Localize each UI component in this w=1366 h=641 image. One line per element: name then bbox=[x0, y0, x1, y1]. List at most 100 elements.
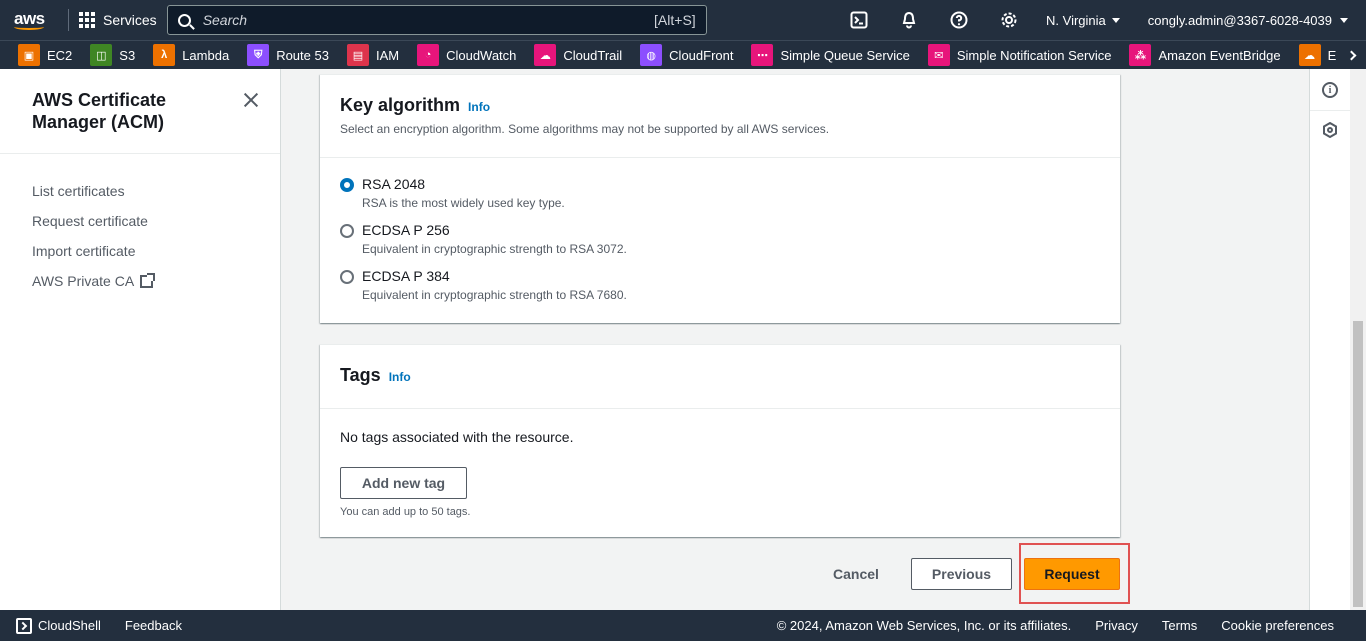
footer-cloudshell-link[interactable]: CloudShell bbox=[38, 618, 101, 633]
account-menu[interactable]: congly.admin@3367-6028-4039 bbox=[1148, 13, 1348, 28]
footer: CloudShell Feedback © 2024, Amazon Web S… bbox=[0, 610, 1366, 641]
favorite-label: Amazon EventBridge bbox=[1158, 47, 1281, 63]
option-rsa-2048[interactable]: RSA 2048 RSA is the most widely used key … bbox=[340, 176, 1100, 222]
close-icon[interactable] bbox=[243, 92, 259, 108]
option-description: Equivalent in cryptographic strength to … bbox=[362, 288, 627, 302]
request-highlight-box bbox=[1019, 543, 1130, 604]
account-label: congly.admin@3367-6028-4039 bbox=[1147, 12, 1332, 28]
sqs-icon: ⋯ bbox=[751, 44, 774, 66]
footer-right: © 2024, Amazon Web Services, Inc. or its… bbox=[777, 618, 1366, 633]
favorite-label: EC2 bbox=[47, 47, 73, 63]
gear-icon bbox=[1001, 12, 1017, 28]
sidebar-item-label: AWS Private CA bbox=[32, 273, 135, 289]
tags-hint: You can add up to 50 tags. bbox=[340, 506, 471, 518]
key-algorithm-panel: Key algorithm Info Select an encryption a… bbox=[320, 74, 1120, 323]
favorites-bar: ▣ EC2 ◫ S3 λ Lambda ⛨ Route 53 ▤ IAM ◔ CloudWa… bbox=[0, 40, 1366, 69]
chevron-right-icon bbox=[1346, 50, 1356, 61]
tags-header: Tags Info bbox=[320, 345, 1120, 409]
favorite-label: Simple Notification Service bbox=[956, 47, 1112, 63]
sidebar-item-import-certificate[interactable]: Import certificate bbox=[32, 236, 153, 266]
option-description: RSA is the most widely used key type. bbox=[362, 196, 565, 210]
top-navigation: aws Services [Alt+S] N. Virginia congly.… bbox=[0, 0, 1366, 40]
route53-icon: ⛨ bbox=[247, 44, 270, 66]
aws-logo[interactable]: aws bbox=[14, 0, 62, 40]
search-input[interactable] bbox=[202, 12, 655, 28]
sidebar-title: AWS Certificate Manager (ACM) bbox=[32, 90, 167, 132]
sidebar-nav: List certificates Request certificate Im… bbox=[32, 176, 156, 296]
favorite-lambda[interactable]: λ Lambda bbox=[153, 44, 229, 66]
region-selector[interactable]: N. Virginia bbox=[1046, 13, 1120, 28]
footer-terms-link[interactable]: Terms bbox=[1162, 618, 1197, 633]
favorite-eventbridge[interactable]: ⁂ Amazon EventBridge bbox=[1129, 44, 1281, 66]
favorite-cloudwatch[interactable]: ◔ CloudWatch bbox=[417, 44, 516, 66]
cloudshell-button[interactable] bbox=[834, 0, 884, 40]
key-algorithm-options: RSA 2048 RSA is the most widely used key … bbox=[320, 158, 1120, 314]
ec2-icon: ▣ bbox=[18, 44, 40, 66]
favorite-sqs[interactable]: ⋯ Simple Queue Service bbox=[751, 44, 910, 66]
tags-info-link[interactable]: Info bbox=[389, 370, 411, 384]
sidebar-item-label: Request certificate bbox=[32, 213, 148, 229]
scrollbar-thumb[interactable] bbox=[1353, 321, 1363, 607]
radio-ecdsa-p384[interactable] bbox=[340, 270, 354, 284]
footer-copyright: © 2024, Amazon Web Services, Inc. or its… bbox=[776, 618, 1072, 633]
external-link-icon bbox=[140, 272, 156, 288]
cloudfront-icon: ◍ bbox=[640, 44, 663, 66]
services-menu-button[interactable]: Services bbox=[79, 12, 157, 28]
add-new-tag-button[interactable]: Add new tag bbox=[340, 467, 467, 499]
sidebar-item-list-certificates[interactable]: List certificates bbox=[32, 176, 153, 206]
key-algorithm-info-link[interactable]: Info bbox=[468, 100, 490, 114]
sidebar-item-aws-private-ca[interactable]: AWS Private CA bbox=[32, 266, 156, 296]
favorite-cloudtrail[interactable]: ☁ CloudTrail bbox=[534, 44, 622, 66]
option-ecdsa-p384[interactable]: ECDSA P 384 Equivalent in cryptographic s… bbox=[340, 268, 1100, 314]
cloudtrail-icon: ☁ bbox=[534, 44, 557, 66]
nav-divider bbox=[68, 9, 69, 31]
footer-cookie-preferences-link[interactable]: Cookie preferences bbox=[1221, 618, 1334, 633]
option-label: ECDSA P 384 bbox=[362, 268, 450, 284]
sns-icon: ✉ bbox=[927, 44, 950, 66]
search-icon bbox=[177, 13, 191, 27]
search-shortcut: [Alt+S] bbox=[654, 12, 696, 28]
help-icon bbox=[950, 11, 968, 29]
iam-icon: ▤ bbox=[346, 44, 369, 66]
tags-panel: Tags Info No tags associated with the res… bbox=[320, 344, 1120, 537]
notifications-button[interactable] bbox=[884, 0, 934, 40]
grid-icon bbox=[79, 12, 95, 28]
rail-divider bbox=[1310, 110, 1350, 111]
option-ecdsa-p256[interactable]: ECDSA P 256 Equivalent in cryptographic s… bbox=[340, 222, 1100, 268]
sidebar-item-label: List certificates bbox=[32, 183, 125, 199]
page-scrollbar[interactable] bbox=[1350, 69, 1366, 610]
aws-smile-icon bbox=[14, 24, 44, 30]
favorite-s3[interactable]: ◫ S3 bbox=[90, 44, 135, 66]
favorites-scroll-right-button[interactable] bbox=[1336, 41, 1366, 69]
search-box[interactable]: [Alt+S] bbox=[166, 5, 707, 35]
footer-feedback-link[interactable]: Feedback bbox=[125, 618, 182, 633]
key-algorithm-description: Select an encryption algorithm. Some alg… bbox=[340, 122, 830, 136]
favorite-route53[interactable]: ⛨ Route 53 bbox=[247, 44, 329, 66]
hexagon-icon[interactable] bbox=[1322, 121, 1338, 139]
option-label: ECDSA P 256 bbox=[362, 222, 450, 238]
sidebar-item-request-certificate[interactable]: Request certificate bbox=[32, 206, 153, 236]
previous-button[interactable]: Previous bbox=[911, 558, 1012, 590]
footer-privacy-link[interactable]: Privacy bbox=[1095, 618, 1138, 633]
help-button[interactable] bbox=[934, 0, 984, 40]
region-label: N. Virginia bbox=[1046, 12, 1106, 28]
eventbridge-icon: ⁂ bbox=[1129, 44, 1152, 66]
option-label: RSA 2048 bbox=[362, 176, 426, 192]
favorite-cloudfront[interactable]: ◍ CloudFront bbox=[640, 44, 733, 66]
info-icon[interactable]: i bbox=[1322, 82, 1338, 98]
favorite-label: IAM bbox=[375, 47, 400, 63]
caret-down-icon bbox=[1340, 17, 1348, 23]
cloudwatch-icon: ◔ bbox=[417, 44, 440, 66]
tags-empty-message: No tags associated with the resource. bbox=[340, 429, 574, 445]
favorite-iam[interactable]: ▤ IAM bbox=[346, 44, 400, 66]
favorite-ec2[interactable]: ▣ EC2 bbox=[18, 44, 72, 66]
cancel-button[interactable]: Cancel bbox=[820, 558, 892, 590]
sidebar-divider bbox=[0, 153, 280, 154]
sidebar-item-label: Import certificate bbox=[32, 243, 136, 259]
settings-button[interactable] bbox=[984, 0, 1034, 40]
radio-rsa-2048[interactable] bbox=[340, 178, 354, 192]
radio-ecdsa-p256[interactable] bbox=[340, 224, 354, 238]
favorite-label: Simple Queue Service bbox=[780, 47, 910, 63]
favorite-sns[interactable]: ✉ Simple Notification Service bbox=[927, 44, 1112, 66]
terminal-icon bbox=[850, 11, 868, 29]
